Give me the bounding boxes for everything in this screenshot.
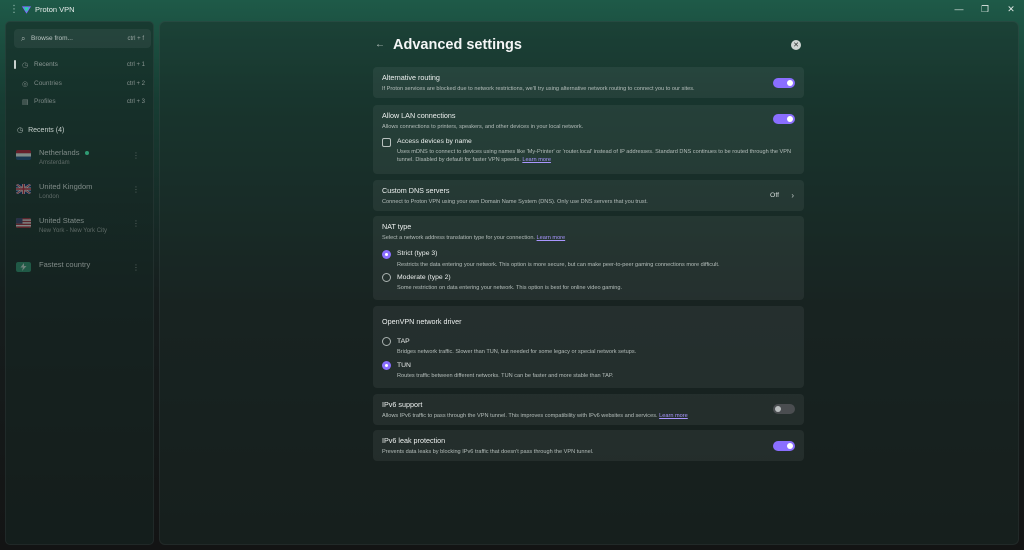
ipv6-support-card: IPv6 support Allows IPv6 traffic to pass… xyxy=(373,394,804,425)
maximize-button[interactable]: ❐ xyxy=(972,0,998,18)
back-arrow-icon[interactable]: ← xyxy=(375,39,385,50)
setting-title: IPv6 leak protection xyxy=(382,436,446,445)
access-devices-description: Uses mDNS to connect to devices using na… xyxy=(397,149,792,163)
more-options-icon[interactable]: ⋮ xyxy=(132,263,140,272)
radio-label: TUN xyxy=(397,362,411,369)
access-devices-by-name-checkbox[interactable] xyxy=(382,138,391,147)
alternative-routing-toggle[interactable] xyxy=(773,78,795,88)
lan-connections-card: Allow LAN connections Allows connections… xyxy=(373,105,804,174)
clock-icon: ◷ xyxy=(22,61,29,69)
recent-country-item[interactable]: Fastest country ⋮ xyxy=(16,260,148,272)
city-name: Amsterdam xyxy=(39,160,70,166)
radio-description: Restricts the data entering your network… xyxy=(397,262,720,268)
setting-description: Prevents data leaks by blocking IPv6 tra… xyxy=(382,449,594,455)
search-shortcut: ctrl + f xyxy=(127,35,144,42)
sidebar-item-shortcut: ctrl + 3 xyxy=(126,98,145,105)
more-options-icon[interactable]: ⋮ xyxy=(132,151,140,160)
history-icon: ◷ xyxy=(17,127,24,134)
setting-title: OpenVPN network driver xyxy=(382,317,462,326)
alternative-routing-card: Alternative routing If Proton services a… xyxy=(373,67,804,98)
sidebar-item-shortcut: ctrl + 1 xyxy=(126,61,145,68)
sidebar-item-countries[interactable]: ◎ Countries ctrl + 2 xyxy=(14,76,151,91)
nat-moderate-radio[interactable] xyxy=(382,273,391,282)
more-options-icon[interactable]: ⋮ xyxy=(132,185,140,194)
custom-dns-card[interactable]: Custom DNS servers Connect to Proton VPN… xyxy=(373,180,804,211)
recents-heading: ◷ Recents (4) xyxy=(17,126,65,135)
sidebar-item-recents[interactable]: ◷ Recents ctrl + 1 xyxy=(14,57,151,72)
learn-more-link[interactable]: Learn more xyxy=(537,235,566,241)
lan-connections-toggle[interactable] xyxy=(773,114,795,124)
setting-description: If Proton services are blocked due to ne… xyxy=(382,86,695,92)
radio-description: Routes traffic between different network… xyxy=(397,373,614,379)
search-input[interactable]: ⌕ Browse from... ctrl + f xyxy=(14,29,151,48)
recent-country-item[interactable]: Netherlands Amsterdam ⋮ xyxy=(16,148,148,168)
nat-type-card: NAT type Select a network address transl… xyxy=(373,216,804,300)
more-options-icon[interactable]: ⋮ xyxy=(132,219,140,228)
ipv6-support-toggle[interactable] xyxy=(773,404,795,414)
setting-description: Connect to Proton VPN using your own Dom… xyxy=(382,199,648,205)
proton-vpn-logo-icon xyxy=(21,6,32,14)
us-flag-icon xyxy=(16,218,31,228)
driver-tun-radio[interactable] xyxy=(382,361,391,370)
ipv6-leak-protection-toggle[interactable] xyxy=(773,441,795,451)
recent-country-item[interactable]: United States New York - New York City ⋮ xyxy=(16,216,148,236)
connected-dot-icon xyxy=(85,151,90,156)
dns-status-value: Off xyxy=(770,192,779,199)
setting-title: Allow LAN connections xyxy=(382,111,456,120)
setting-title: IPv6 support xyxy=(382,400,423,409)
ipv6-leak-protection-card: IPv6 leak protection Prevents data leaks… xyxy=(373,430,804,461)
close-settings-button[interactable]: ✕ xyxy=(791,40,801,50)
radio-description: Bridges network traffic. Slower than TUN… xyxy=(397,349,637,355)
chevron-right-icon: › xyxy=(791,191,794,200)
app-menu-icon[interactable]: ⋮ xyxy=(9,4,19,15)
globe-icon: ◎ xyxy=(22,80,29,88)
fastest-bolt-icon xyxy=(16,262,31,272)
country-name: United Kingdom xyxy=(39,182,93,191)
learn-more-link[interactable]: Learn more xyxy=(659,413,688,419)
driver-tap-radio[interactable] xyxy=(382,337,391,346)
setting-description: Allows IPv6 traffic to pass through the … xyxy=(382,413,688,419)
radio-description: Some restriction on data entering your n… xyxy=(397,285,623,291)
city-name: New York - New York City xyxy=(39,228,108,234)
setting-title: Custom DNS servers xyxy=(382,186,450,195)
sidebar-item-label: Profiles xyxy=(34,98,56,105)
learn-more-link[interactable]: Learn more xyxy=(522,157,551,163)
window-title: Proton VPN xyxy=(35,5,75,14)
netherlands-flag-icon xyxy=(16,150,31,160)
country-name: Fastest country xyxy=(39,260,91,269)
setting-description: Select a network address translation typ… xyxy=(382,235,566,241)
openvpn-driver-card: OpenVPN network driver TAP Bridges netwo… xyxy=(373,306,804,388)
nat-strict-radio[interactable] xyxy=(382,250,391,259)
uk-flag-icon xyxy=(16,184,31,194)
recent-country-item[interactable]: United Kingdom London ⋮ xyxy=(16,182,148,202)
sidebar: ⌕ Browse from... ctrl + f ◷ Recents ctrl… xyxy=(5,21,154,545)
country-name: United States xyxy=(39,216,85,225)
city-name: London xyxy=(39,194,60,200)
radio-label: Strict (type 3) xyxy=(397,250,438,257)
access-devices-title: Access devices by name xyxy=(397,138,472,145)
page-title: Advanced settings xyxy=(393,37,522,53)
radio-label: TAP xyxy=(397,338,410,345)
sidebar-item-label: Recents xyxy=(34,61,58,68)
close-window-button[interactable]: ✕ xyxy=(998,0,1024,18)
profile-icon: ▤ xyxy=(22,98,29,106)
title-bar: ⋮ Proton VPN — ❐ ✕ xyxy=(0,0,1024,20)
setting-description: Allows connections to printers, speakers… xyxy=(382,124,584,130)
sidebar-item-shortcut: ctrl + 2 xyxy=(126,80,145,87)
search-icon: ⌕ xyxy=(21,33,26,43)
minimize-button[interactable]: — xyxy=(946,0,972,18)
country-name: Netherlands xyxy=(39,148,80,157)
sidebar-item-label: Countries xyxy=(34,80,62,87)
setting-title: Alternative routing xyxy=(382,73,440,82)
sidebar-item-profiles[interactable]: ▤ Profiles ctrl + 3 xyxy=(14,94,151,109)
setting-title: NAT type xyxy=(382,222,412,231)
radio-label: Moderate (type 2) xyxy=(397,274,451,281)
search-placeholder: Browse from... xyxy=(31,35,73,42)
